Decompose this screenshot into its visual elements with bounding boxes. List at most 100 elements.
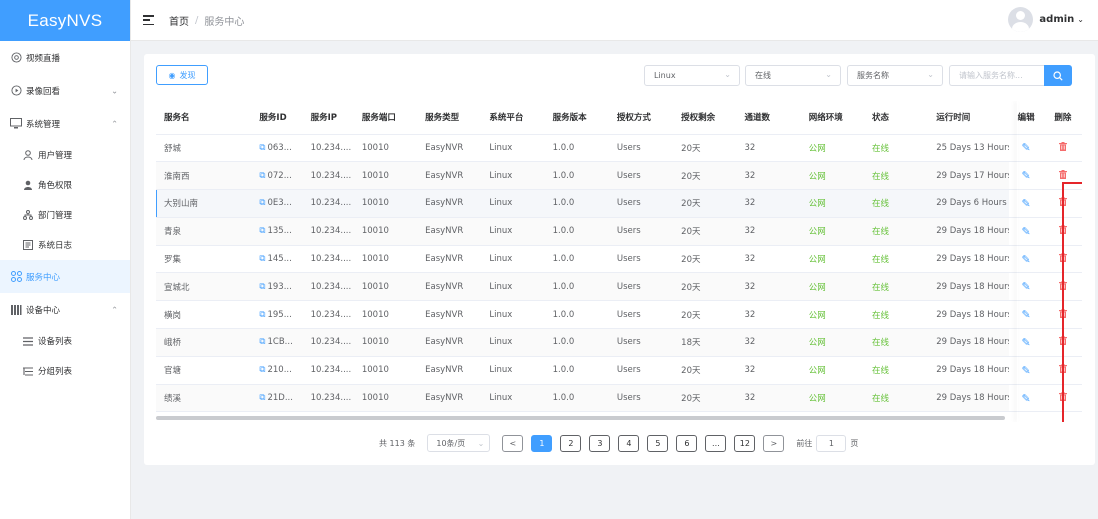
grid-icon: [10, 271, 22, 283]
cell-platform: Linux: [481, 300, 545, 330]
cell-version: 1.0.0: [544, 356, 609, 385]
cell-type: EasyNVR: [417, 300, 482, 330]
cell-name: 舒城: [156, 134, 252, 163]
discover-button[interactable]: ◉ 发现: [156, 65, 208, 85]
copy-icon[interactable]: ⧉: [259, 337, 265, 347]
cell-type: EasyNVR: [417, 189, 482, 218]
trash-icon[interactable]: [1058, 225, 1067, 237]
chevron-down-icon[interactable]: ⌄: [1077, 15, 1084, 24]
copy-icon[interactable]: ⧉: [259, 282, 265, 292]
edit-icon[interactable]: ✎: [1022, 364, 1031, 377]
table-row[interactable]: 罗集 ⧉ 145... 10.234.... 10010 EasyNVR Linux 1.0.…: [156, 245, 1082, 274]
sidebar-item-playback[interactable]: 录像回看 ⌄: [0, 74, 130, 107]
trash-icon[interactable]: [1058, 280, 1067, 293]
avatar[interactable]: [1008, 7, 1034, 32]
copy-icon[interactable]: ⧉: [259, 226, 265, 236]
copy-icon[interactable]: ⧉: [259, 143, 265, 153]
cell-remain: 18天: [673, 328, 737, 357]
page-button-1[interactable]: 1: [531, 434, 553, 452]
trash-icon[interactable]: [1058, 169, 1067, 182]
platform-select[interactable]: Linux ⌄: [644, 65, 740, 86]
cell-type: EasyNVR: [417, 134, 482, 163]
page-button-6[interactable]: 6: [676, 434, 698, 452]
column-header: 服务端口: [353, 101, 418, 135]
field-select[interactable]: 服务名称 ⌄: [847, 65, 943, 86]
table-row[interactable]: 官塘 ⧉ 210... 10.234.... 10010 EasyNVR Linux 1.0.…: [156, 356, 1082, 385]
page-button-3[interactable]: 3: [589, 434, 611, 452]
status-select[interactable]: 在线 ⌄: [745, 65, 841, 86]
trash-icon[interactable]: [1058, 308, 1067, 321]
trash-icon[interactable]: [1058, 336, 1067, 348]
edit-icon[interactable]: ✎: [1022, 169, 1031, 182]
cell-type: EasyNVR: [417, 328, 482, 357]
table-row[interactable]: 绩溪 ⧉ 21D... 10.234.... 10010 EasyNVR Linux 1.0.…: [156, 384, 1082, 413]
copy-icon[interactable]: ⧉: [259, 171, 265, 181]
column-header: 状态: [863, 101, 929, 135]
column-header: 授权剩余: [673, 101, 737, 135]
page-button-2[interactable]: 2: [560, 434, 582, 452]
trash-icon[interactable]: [1058, 392, 1067, 404]
table-row[interactable]: 横岗 ⧉ 195... 10.234.... 10010 EasyNVR Linux 1.0.…: [156, 300, 1082, 330]
table-row[interactable]: 淮南西 ⧉ 072... 10.234.... 10010 EasyNVR Linux 1.0…: [156, 161, 1082, 191]
user-menu[interactable]: admin ⌄: [1008, 7, 1084, 32]
username[interactable]: admin: [1039, 14, 1074, 25]
copy-icon[interactable]: ⧉: [259, 254, 265, 264]
page-button-5[interactable]: 5: [647, 434, 669, 452]
copy-icon[interactable]: ⧉: [259, 310, 265, 320]
sidebar-item-group-list[interactable]: 分组列表: [0, 356, 130, 386]
sidebar-item-device-list[interactable]: 设备列表: [0, 326, 130, 356]
search-button[interactable]: [1044, 65, 1072, 86]
sidebar-item-service-center[interactable]: 服务中心: [0, 260, 130, 293]
column-header-edit: 编辑: [1008, 101, 1044, 135]
cell-id-text: 210...: [267, 365, 292, 376]
trash-icon[interactable]: [1058, 197, 1067, 209]
trash-icon[interactable]: [1058, 141, 1067, 154]
search-input[interactable]: [949, 65, 1044, 86]
edit-icon[interactable]: ✎: [1022, 197, 1031, 210]
edit-icon[interactable]: ✎: [1022, 253, 1031, 266]
breadcrumb-current: 服务中心: [204, 16, 245, 28]
edit-icon[interactable]: ✎: [1022, 392, 1031, 405]
page-ellipsis-button[interactable]: ...: [705, 434, 727, 452]
table-row[interactable]: 青泉 ⧉ 135... 10.234.... 10010 EasyNVR Linux 1.0.…: [156, 217, 1082, 246]
sidebar-item-live[interactable]: 视频直播: [0, 41, 130, 74]
fixed-column-divider: [1017, 101, 1018, 422]
goto-page-input[interactable]: 1: [816, 434, 847, 452]
page-size-select[interactable]: 10条/页 ⌄: [427, 434, 491, 452]
prev-page-button[interactable]: <: [502, 434, 524, 452]
edit-icon[interactable]: ✎: [1022, 225, 1031, 238]
sidebar-item-logs[interactable]: 系统日志: [0, 230, 130, 260]
trash-icon[interactable]: [1058, 364, 1067, 376]
table-row[interactable]: 峨桥 ⧉ 1CB... 10.234.... 10010 EasyNVR Linux 1.0.…: [156, 328, 1082, 357]
edit-icon[interactable]: ✎: [1022, 308, 1031, 321]
cell-channels: 32: [736, 245, 801, 274]
edit-icon[interactable]: ✎: [1022, 141, 1031, 154]
sidebar-item-departments[interactable]: 部门管理: [0, 200, 130, 230]
sidebar-item-users[interactable]: 用户管理: [0, 140, 130, 170]
horizontal-scrollbar[interactable]: [156, 416, 1005, 420]
cell-id: ⧉ 21D...: [251, 384, 303, 413]
copy-icon[interactable]: ⧉: [259, 198, 265, 208]
cell-port: 10010: [353, 245, 418, 274]
cell-id: ⧉ 210...: [251, 356, 303, 385]
cell-status: 在线: [863, 245, 929, 274]
table-row[interactable]: 大别山南 ⧉ 0E3... 10.234.... 10010 EasyNVR Linux 1.…: [156, 189, 1082, 218]
sidebar-item-system[interactable]: 系统管理 ⌃: [0, 107, 130, 140]
page-button-12[interactable]: 12: [734, 434, 756, 452]
sidebar-item-roles[interactable]: 角色权限: [0, 170, 130, 200]
breadcrumb-home[interactable]: 首页: [169, 13, 189, 28]
next-page-button[interactable]: >: [763, 434, 785, 452]
menu-toggle-icon[interactable]: [143, 15, 154, 25]
table-row[interactable]: 宣城北 ⧉ 193... 10.234.... 10010 EasyNVR Linux 1.0…: [156, 272, 1082, 302]
sidebar-item-device-center[interactable]: 设备中心 ⌃: [0, 293, 130, 326]
table-row[interactable]: 舒城 ⧉ 063... 10.234.... 10010 EasyNVR Linux 1.0.…: [156, 134, 1082, 163]
copy-icon[interactable]: ⧉: [259, 365, 265, 375]
trash-icon[interactable]: [1058, 253, 1067, 265]
sidebar-item-label: 设备列表: [38, 337, 73, 347]
column-header-delete: 删除: [1043, 101, 1082, 135]
edit-icon[interactable]: ✎: [1022, 336, 1031, 349]
page-button-4[interactable]: 4: [618, 434, 640, 452]
copy-icon[interactable]: ⧉: [259, 393, 265, 403]
edit-icon[interactable]: ✎: [1022, 280, 1031, 293]
role-icon: [22, 179, 34, 191]
